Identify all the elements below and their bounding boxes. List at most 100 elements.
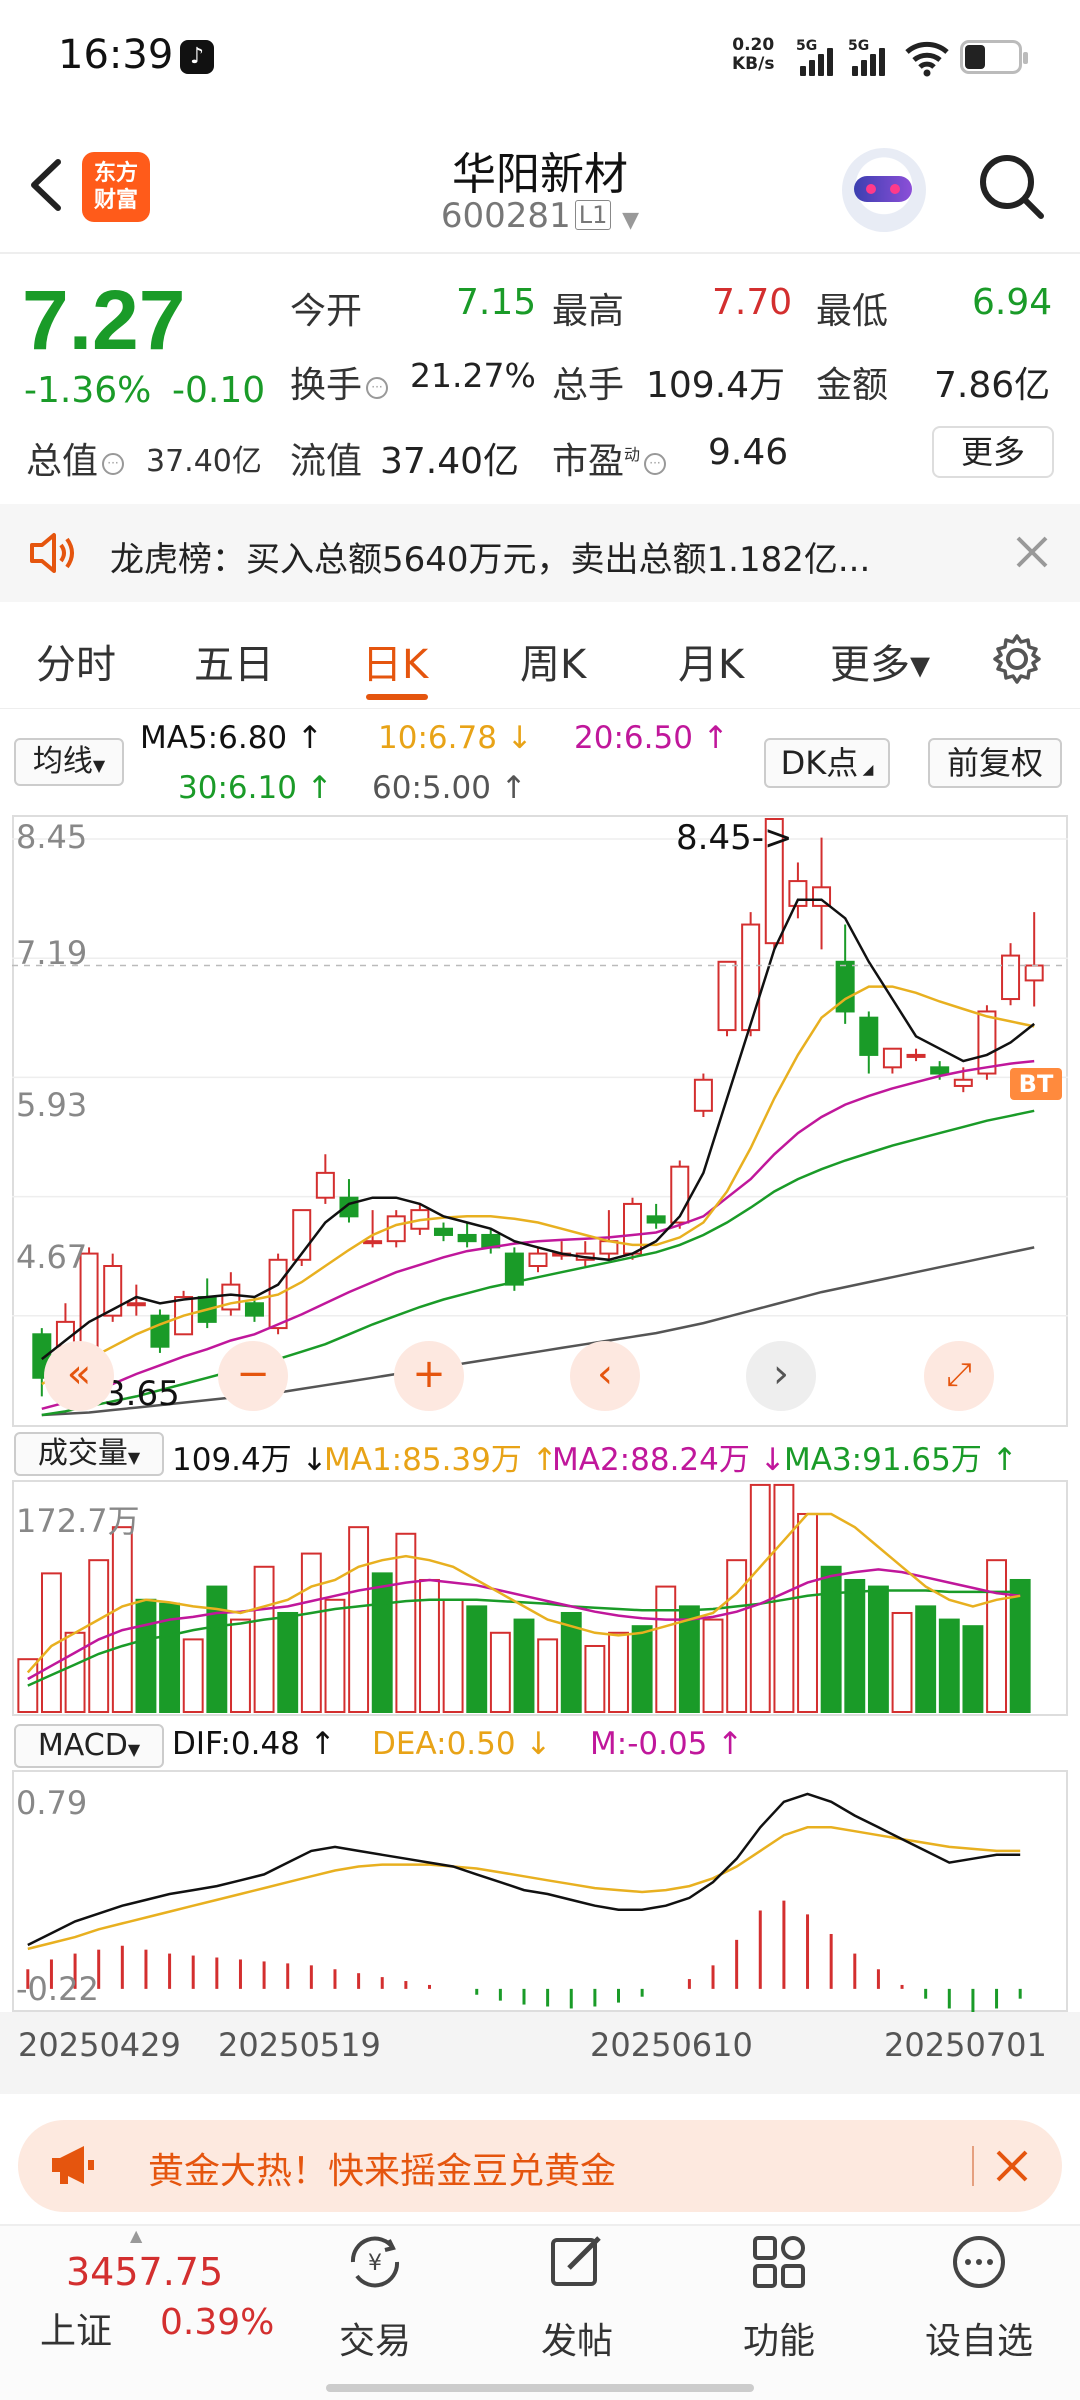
amount-label: 金额: [816, 365, 889, 406]
fullscreen-icon[interactable]: ⤢: [924, 1341, 994, 1411]
market-cap-label: 总值 ···: [26, 432, 128, 484]
macd-chart[interactable]: [12, 1770, 1068, 2012]
volume-indicator-dropdown[interactable]: 成交量▼: [14, 1432, 164, 1476]
indicator-type-dropdown[interactable]: 均线▼: [14, 738, 124, 786]
volume-bar: [820, 1565, 842, 1713]
chevron-down-icon: ▼: [92, 756, 106, 775]
close-icon[interactable]: [1012, 532, 1052, 572]
chevron-down-icon: ▼: [622, 208, 640, 233]
grid-icon: [753, 2236, 805, 2288]
dk-point-button[interactable]: DK点 ◢: [764, 738, 890, 788]
nav-functions-label: 功能: [742, 2321, 815, 2362]
stock-name[interactable]: 华阳新材: [340, 138, 740, 202]
zoom-in-icon[interactable]: +: [394, 1341, 464, 1411]
megaphone-icon: [52, 2146, 94, 2184]
high-value: 7.70: [712, 282, 793, 323]
tab-more[interactable]: 更多▾: [830, 632, 930, 690]
volume-bar: [64, 1631, 86, 1713]
float-cap-value: 37.40亿: [380, 441, 520, 482]
chevron-up-icon: ▲: [130, 2226, 143, 2245]
tiktok-notification-icon: ♪: [180, 40, 214, 74]
ma30-value: 30:6.10: [178, 770, 333, 806]
tab-five-day[interactable]: 五日: [194, 632, 274, 690]
volume-bar: [230, 1618, 251, 1713]
macd-indicator-dropdown[interactable]: MACD▼: [14, 1724, 164, 1768]
volume-chart[interactable]: [12, 1480, 1068, 1716]
volume-bar: [702, 1618, 724, 1713]
index-change[interactable]: 0.39%: [160, 2302, 274, 2343]
change-amount: -0.10: [172, 370, 266, 411]
index-name[interactable]: 上证: [40, 2302, 112, 2354]
candle-body: [315, 1171, 335, 1199]
candle-body: [433, 1227, 453, 1236]
search-icon[interactable]: [975, 150, 1047, 222]
level-badge: L1: [574, 200, 612, 230]
gear-icon[interactable]: [990, 632, 1044, 686]
nav-post[interactable]: 发帖: [502, 2232, 652, 2364]
zoom-out-icon[interactable]: −: [218, 1341, 288, 1411]
ma5-value: MA5:6.80: [140, 720, 323, 756]
bt-badge[interactable]: BT: [1010, 1068, 1062, 1100]
volume-bar: [726, 1559, 748, 1713]
turnover-value: 21.27%: [410, 356, 536, 395]
pe-sup: 动: [624, 445, 641, 464]
chart-frame: [12, 1770, 1068, 2012]
float-cap-label: 流值: [290, 441, 363, 482]
tab-monthly-k[interactable]: 月K: [678, 632, 744, 690]
price-adjust-button[interactable]: 前复权: [928, 738, 1062, 788]
volume-bar: [891, 1611, 913, 1713]
candle-body: [150, 1314, 170, 1348]
macd-m: M:-0.05: [590, 1726, 743, 1762]
index-value[interactable]: 3457.75: [66, 2250, 223, 2294]
date-label: 20250610: [590, 2026, 753, 2064]
volume-bar: [844, 1578, 866, 1713]
indicator-type-label: 均线: [32, 744, 93, 779]
ai-assistant-robot-icon[interactable]: [842, 148, 926, 232]
market-cap-value: 37.40亿: [146, 444, 262, 479]
edit-icon: [551, 2236, 601, 2286]
more-button[interactable]: 更多: [932, 426, 1054, 478]
candle-body: [977, 1010, 997, 1075]
info-icon[interactable]: ···: [102, 453, 125, 475]
pe-label: 市盈动 ···: [552, 432, 670, 484]
network-speed: 0.20 KB/s: [732, 36, 774, 74]
volume-bar: [938, 1618, 960, 1713]
info-icon[interactable]: ···: [644, 453, 667, 475]
chevron-right-icon[interactable]: ›: [746, 1341, 816, 1411]
nav-post-label: 发帖: [540, 2321, 613, 2362]
volume-bar: [631, 1625, 653, 1713]
stock-code-selector[interactable]: 600281 L1 ▼: [340, 196, 740, 236]
tab-weekly-k[interactable]: 周K: [520, 632, 586, 690]
back-arrow-icon[interactable]: [22, 150, 72, 220]
candle-body: [126, 1302, 146, 1307]
candle-body: [930, 1066, 950, 1075]
tab-daily-k[interactable]: 日K: [362, 632, 428, 690]
rewind-icon[interactable]: «: [44, 1341, 114, 1411]
low-label: 最低: [816, 291, 889, 332]
candle-body: [457, 1233, 477, 1243]
info-icon[interactable]: ···: [366, 377, 389, 399]
volume-bar: [655, 1585, 677, 1713]
volume-value: 109.4万: [172, 1434, 328, 1479]
stock-code: 600281: [440, 196, 571, 236]
ma10-value: 10:6.78: [378, 720, 533, 756]
chevron-left-icon[interactable]: ‹: [570, 1341, 640, 1411]
volume-bar: [442, 1598, 464, 1713]
notice-text[interactable]: 龙虎榜：买入总额5640万元，卖出总额1.182亿...: [110, 532, 870, 581]
promo-text[interactable]: 黄金大热！快来摇金豆兑黄金: [148, 2142, 616, 2194]
macd-selector-label: MACD: [37, 1728, 128, 1763]
volume-bar: [466, 1605, 488, 1713]
candlestick-chart[interactable]: [12, 815, 1068, 1427]
y-axis-label: 8.45: [16, 818, 88, 856]
close-icon[interactable]: [992, 2146, 1032, 2186]
y-axis-label: 7.19: [16, 934, 88, 972]
pe-label-text: 市盈: [552, 441, 625, 482]
nav-trade[interactable]: ¥ 交易: [300, 2232, 450, 2364]
app-logo[interactable]: 东方 财富: [82, 152, 150, 222]
nav-add-watchlist[interactable]: 设自选: [904, 2232, 1054, 2364]
volume-bar: [277, 1611, 299, 1713]
volume-bar: [395, 1532, 417, 1713]
tab-intraday[interactable]: 分时: [36, 632, 116, 690]
candle-body: [1024, 964, 1044, 982]
nav-functions[interactable]: 功能: [704, 2232, 854, 2364]
